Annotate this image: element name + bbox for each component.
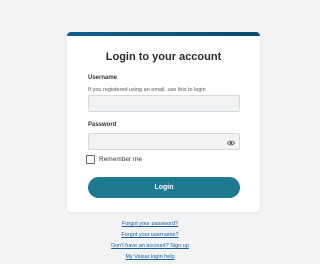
login-button[interactable]: Login [88,177,240,198]
eye-icon[interactable] [227,140,235,146]
username-hint: If you registered using an email, use th… [88,87,206,93]
forgot-password-link[interactable]: Forgot your password? [0,219,300,230]
login-card: Login to your account Username If you re… [67,32,260,212]
page-title: Login to your account [105,51,222,63]
username-label: Username [88,75,118,81]
remember-me-label[interactable]: Remember me [99,156,142,163]
username-field[interactable] [88,95,240,112]
password-label: Password [88,122,117,128]
remember-me-checkbox[interactable] [86,155,95,164]
sign-up-link[interactable]: Don't have an account? Sign up [0,241,300,252]
forgot-username-link[interactable]: Forgot your username? [0,230,300,241]
help-links: Forgot your password? Forgot your userna… [0,219,300,263]
login-help-link[interactable]: My Vaisar login help [0,252,300,263]
password-field[interactable] [88,133,240,150]
card-accent-bar [67,32,260,36]
